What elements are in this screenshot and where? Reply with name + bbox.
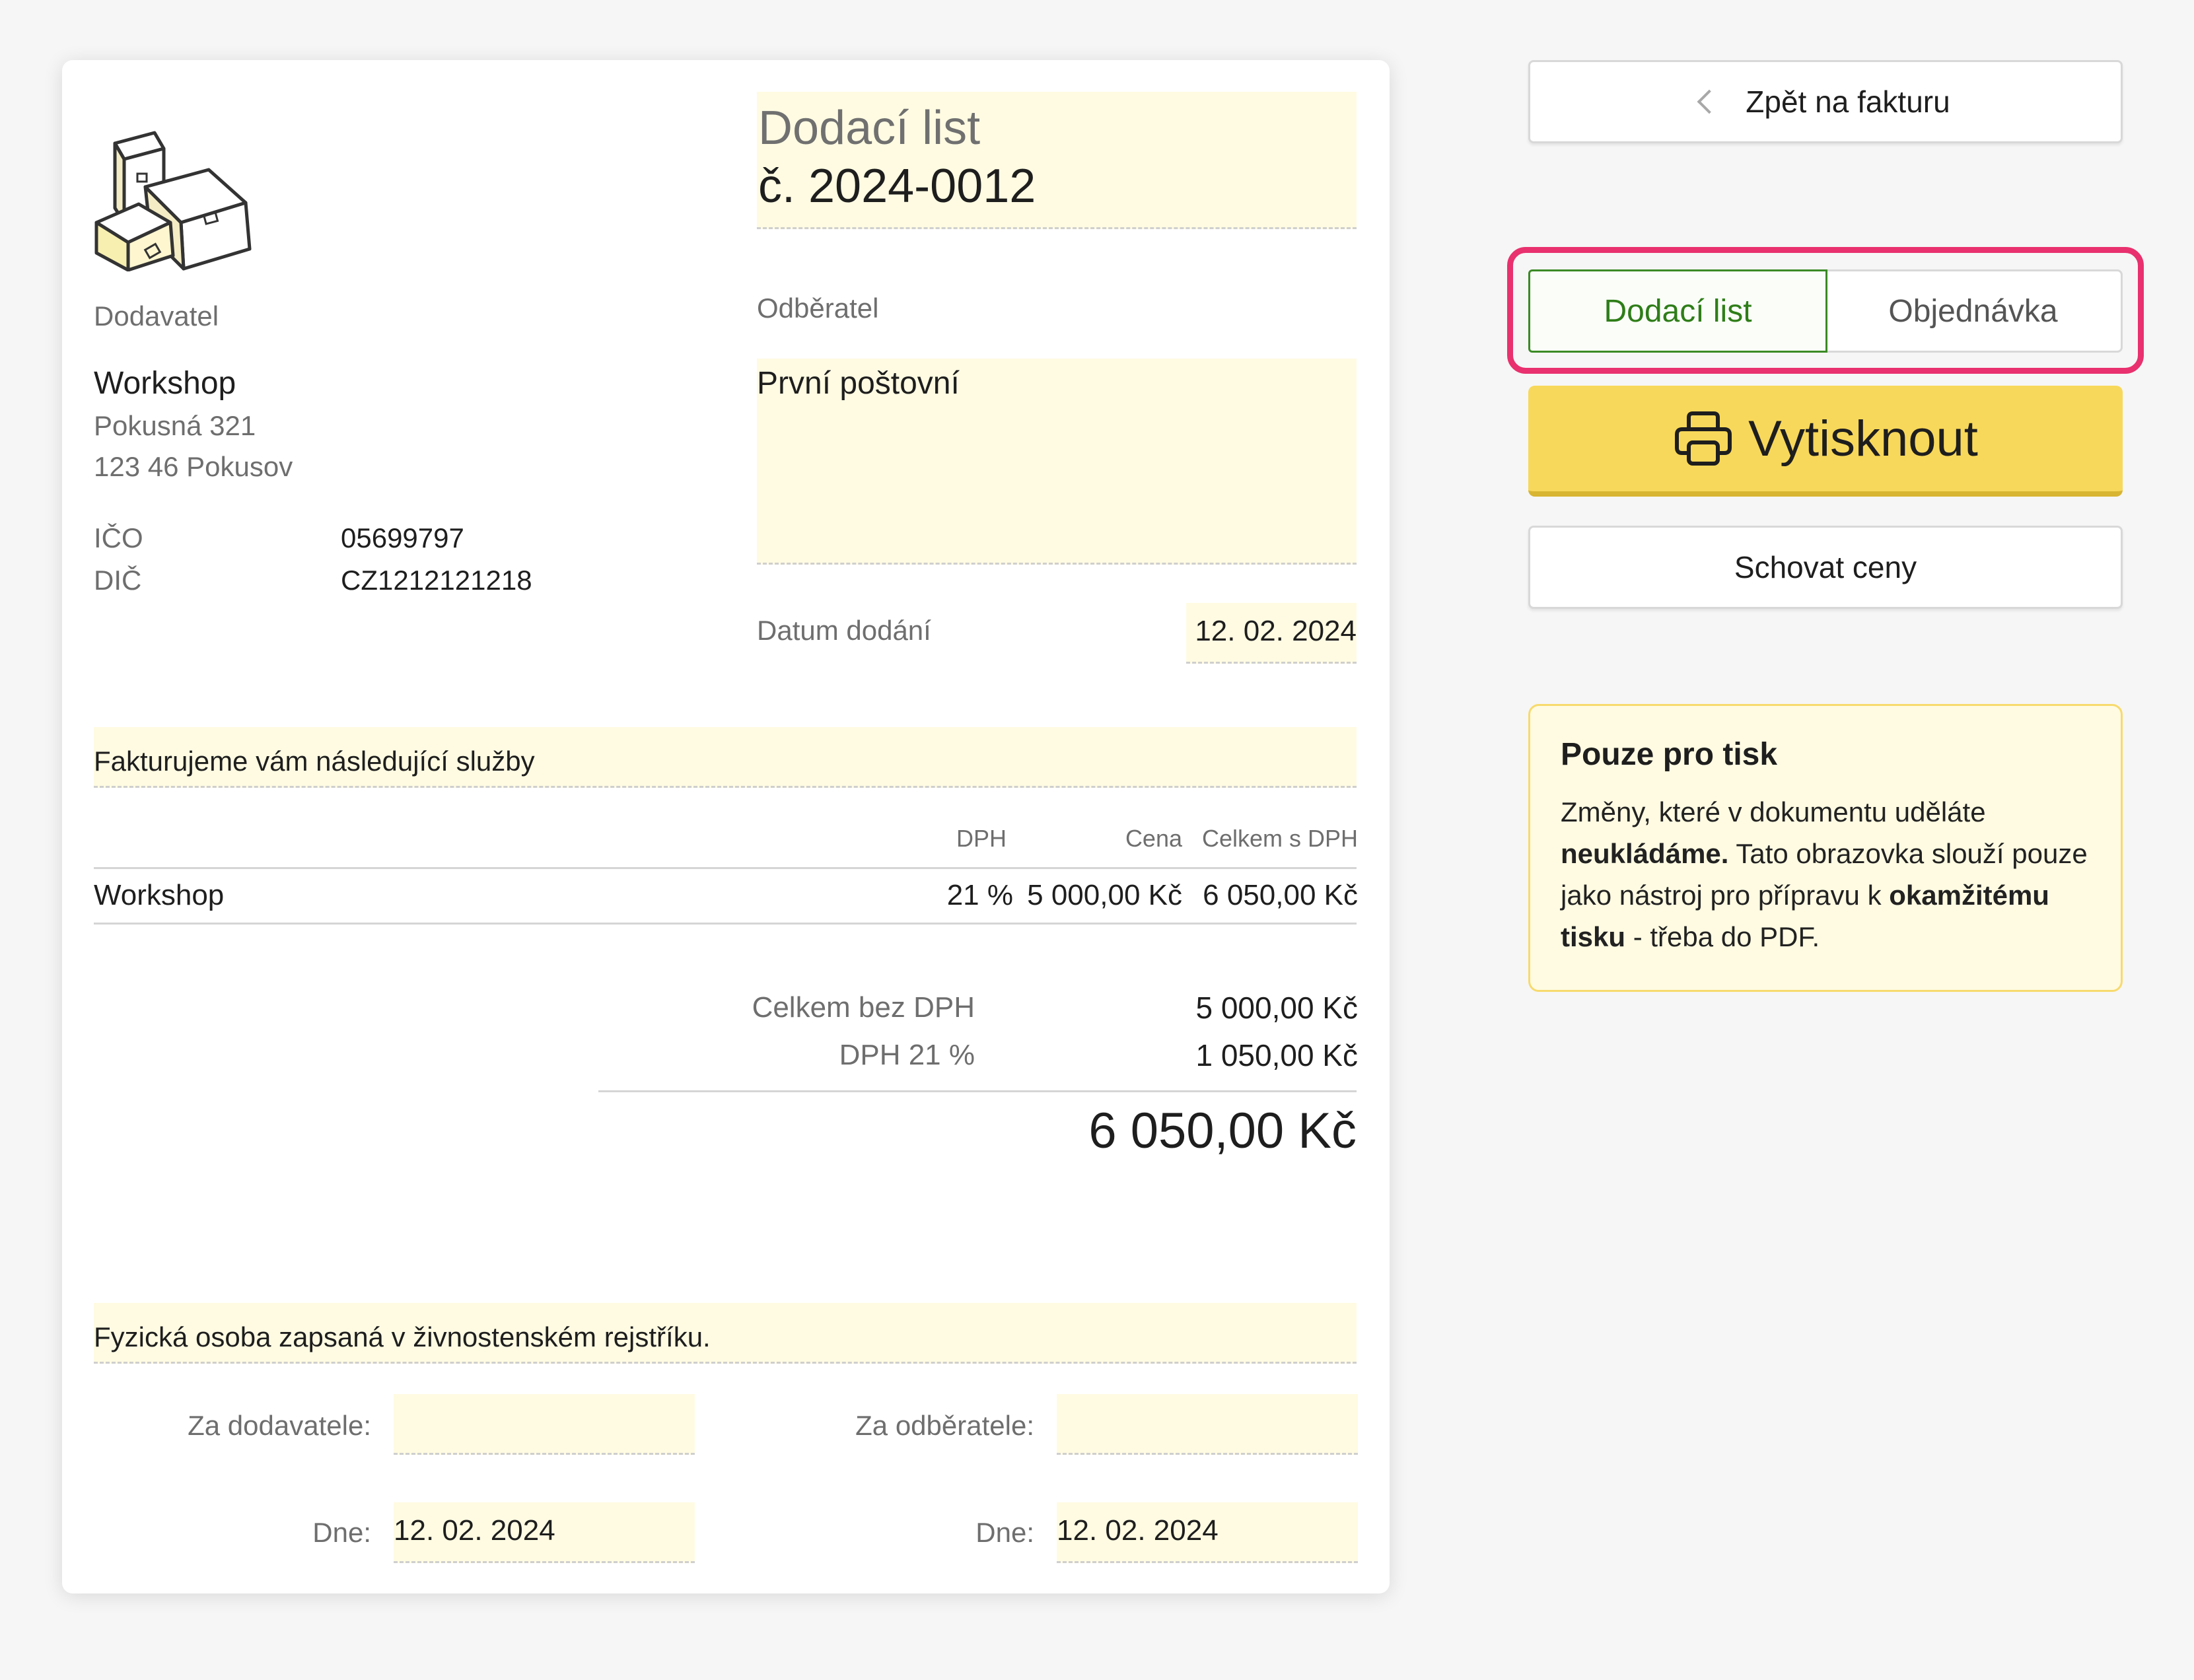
delivery-date-label: Datum dodání xyxy=(757,615,931,646)
ico-label: IČO xyxy=(94,522,143,553)
supplier-signature-field[interactable] xyxy=(394,1394,695,1455)
print-only-info-box: Pouze pro tisk Změny, které v dokumentu … xyxy=(1528,704,2123,992)
info-text: Změny, které v dokumentu uděláte neuklád… xyxy=(1561,791,2090,958)
info-text-part: Změny, které v dokumentu uděláte xyxy=(1561,796,1986,827)
table-row-price: 5 000,00 Kč xyxy=(1027,879,1182,911)
printer-icon xyxy=(1675,411,1732,466)
supplier-date-field[interactable]: 12. 02. 2024 xyxy=(394,1502,695,1563)
print-label: Vytisknout xyxy=(1748,410,1978,467)
column-header-vat: DPH xyxy=(956,825,1007,852)
delivery-date-value: 12. 02. 2024 xyxy=(1195,615,1357,647)
summary-without-vat-label: Celkem bez DPH xyxy=(752,991,975,1024)
customer-field[interactable]: První poštovní xyxy=(757,359,1357,565)
column-header-price: Cena xyxy=(1125,825,1182,852)
tab-delivery-note[interactable]: Dodací list xyxy=(1528,269,1827,353)
customer-name: První poštovní xyxy=(757,366,960,401)
supplier-city: 123 46 Pokusov xyxy=(94,451,293,482)
delivery-note-document: Dodací list č. 2024-0012 Dodavatel Works… xyxy=(62,60,1390,1593)
intro-text: Fakturujeme vám následující služby xyxy=(94,746,535,777)
supplier-street: Pokusná 321 xyxy=(94,410,256,441)
document-title-field[interactable]: Dodací list č. 2024-0012 xyxy=(757,92,1357,229)
back-to-invoice-label: Zpět na fakturu xyxy=(1746,85,1950,119)
customer-date-field[interactable]: 12. 02. 2024 xyxy=(1057,1502,1358,1563)
customer-signature-field[interactable] xyxy=(1057,1394,1358,1455)
footer-note: Fyzická osoba zapsaná v živnostenském re… xyxy=(94,1321,711,1352)
tab-order[interactable]: Objednávka xyxy=(1825,271,2121,351)
supplier-label: Dodavatel xyxy=(94,300,219,332)
table-row-vat: 21 % xyxy=(946,879,1013,911)
table-row-total: 6 050,00 Kč xyxy=(1203,879,1358,911)
intro-text-field[interactable]: Fakturujeme vám následující služby xyxy=(94,727,1357,788)
summary-without-vat-value: 5 000,00 Kč xyxy=(1195,991,1358,1025)
chevron-left-icon xyxy=(1697,89,1722,114)
customer-label: Odběratel xyxy=(757,293,879,324)
document-type-tabs: Dodací list Objednávka xyxy=(1528,269,2123,353)
dic-value: CZ1212121218 xyxy=(341,565,532,596)
ico-value: 05699797 xyxy=(341,522,464,553)
table-divider xyxy=(94,923,1357,925)
supplier-signature-label: Za dodavatele: xyxy=(188,1410,371,1441)
boxes-logo-icon xyxy=(94,131,252,271)
print-button[interactable]: Vytisknout xyxy=(1528,386,2123,497)
supplier-name: Workshop xyxy=(94,366,236,401)
customer-date-label: Dne: xyxy=(975,1517,1034,1548)
customer-date-value: 12. 02. 2024 xyxy=(1057,1514,1219,1547)
hide-prices-button[interactable]: Schovat ceny xyxy=(1528,526,2123,609)
supplier-date-value: 12. 02. 2024 xyxy=(394,1514,555,1547)
info-text-part: - třeba do PDF. xyxy=(1625,921,1820,952)
info-title: Pouze pro tisk xyxy=(1561,737,1778,772)
supplier-date-label: Dne: xyxy=(312,1517,371,1548)
grand-total: 6 050,00 Kč xyxy=(1088,1103,1357,1159)
table-row-name: Workshop xyxy=(94,879,225,911)
column-header-total: Celkem s DPH xyxy=(1201,825,1358,852)
back-to-invoice-button[interactable]: Zpět na fakturu xyxy=(1528,60,2123,143)
summary-divider xyxy=(598,1090,1357,1092)
document-title: Dodací list xyxy=(758,102,981,155)
table-divider xyxy=(94,867,1357,869)
customer-signature-label: Za odběratele: xyxy=(855,1410,1034,1441)
summary-vat-label: DPH 21 % xyxy=(839,1039,975,1071)
delivery-date-field[interactable]: 12. 02. 2024 xyxy=(1186,603,1357,664)
footer-note-field[interactable]: Fyzická osoba zapsaná v živnostenském re… xyxy=(94,1303,1357,1364)
summary-vat-value: 1 050,00 Kč xyxy=(1195,1038,1358,1072)
info-text-bold: neukládáme. xyxy=(1561,838,1729,869)
dic-label: DIČ xyxy=(94,565,142,596)
document-number: č. 2024-0012 xyxy=(758,160,1036,213)
